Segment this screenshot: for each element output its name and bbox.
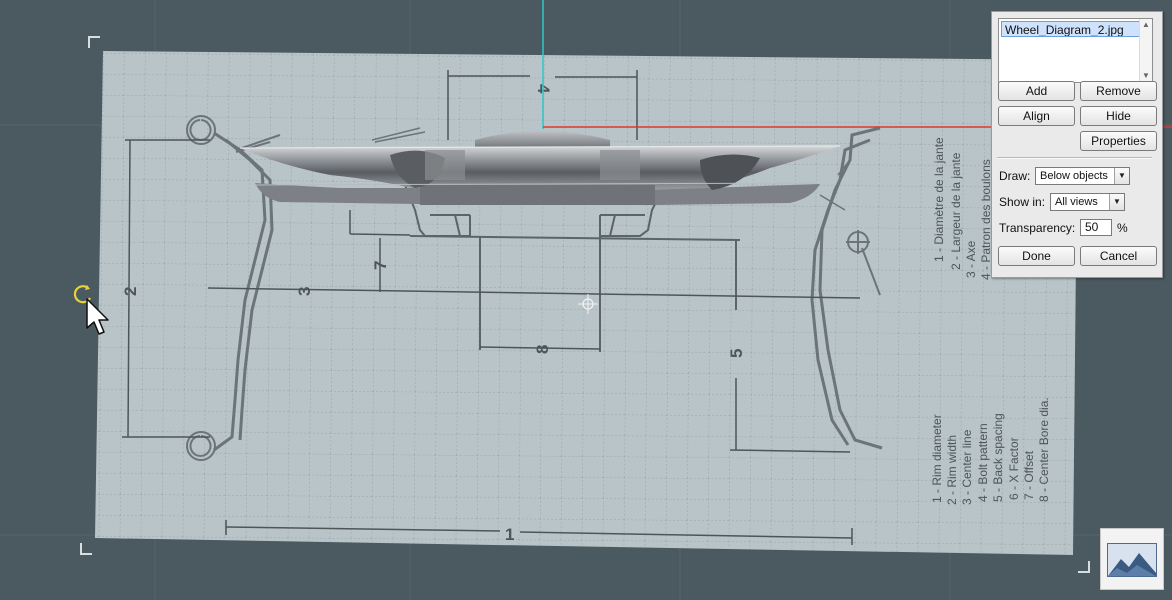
legend-en-5: 5 - Back spacing: [991, 413, 1005, 502]
show-in-label: Show in:: [999, 195, 1046, 209]
image-list-item[interactable]: Wheel_Diagram_2.jpg: [1001, 21, 1141, 37]
chevron-down-icon: ▼: [1114, 168, 1129, 184]
dim-label-8: 8: [533, 345, 552, 354]
chevron-down-icon: ▼: [1109, 194, 1124, 210]
add-button[interactable]: Add: [998, 81, 1075, 101]
landscape-image-icon: [1107, 543, 1157, 577]
background-image-toggle-button[interactable]: [1100, 528, 1164, 590]
transparency-input[interactable]: 50: [1080, 219, 1112, 236]
dim-label-7: 7: [371, 261, 390, 270]
dim-label-3: 3: [295, 287, 314, 296]
align-button[interactable]: Align: [998, 106, 1075, 126]
arrow-cursor-icon: [86, 298, 109, 335]
legend-en-7: 7 - Offset: [1022, 450, 1036, 500]
corner-reticle-bottom-left: [80, 543, 92, 555]
corner-reticle-bottom-right: [1078, 561, 1090, 573]
legend-fr-1: 1 - Diamètre de la jante: [932, 137, 946, 262]
draw-select-value: Below objects: [1040, 170, 1108, 182]
done-button[interactable]: Done: [998, 246, 1075, 266]
transparency-label: Transparency:: [999, 221, 1076, 235]
legend-en-6: 6 - X Factor: [1007, 437, 1021, 500]
list-scrollbar[interactable]: ▲ ▼: [1139, 19, 1152, 82]
legend-en-2: 2 - Rim width: [945, 435, 959, 505]
cancel-button[interactable]: Cancel: [1080, 246, 1157, 266]
scroll-up-icon[interactable]: ▲: [1140, 19, 1152, 31]
properties-button[interactable]: Properties: [1080, 131, 1157, 151]
transparency-unit: %: [1117, 221, 1128, 235]
dim-label-1: 1: [505, 525, 514, 544]
center-crosshair-icon[interactable]: [578, 294, 598, 314]
show-in-select[interactable]: All views ▼: [1050, 193, 1125, 211]
hide-button[interactable]: Hide: [1080, 106, 1157, 126]
draw-select[interactable]: Below objects ▼: [1035, 167, 1130, 185]
panel-separator: [997, 157, 1152, 159]
legend-fr-3: 3 - Axe: [964, 240, 978, 278]
legend-en-8: 8 - Center Bore dia.: [1037, 397, 1051, 502]
legend-en-1: 1 - Rim diameter: [930, 414, 944, 503]
draw-label: Draw:: [999, 169, 1031, 183]
legend-en-4: 4 - Bolt pattern: [976, 423, 990, 502]
dim-label-2: 2: [121, 287, 140, 296]
show-in-select-value: All views: [1055, 196, 1098, 208]
corner-reticle-top-left: [88, 36, 100, 48]
dim-label-5: 5: [727, 349, 746, 358]
remove-button[interactable]: Remove: [1080, 81, 1157, 101]
legend-en-3: 3 - Center line: [960, 429, 974, 505]
legend-fr-2: 2 - Largeur de la jante: [949, 152, 963, 270]
image-list[interactable]: Wheel_Diagram_2.jpg ▲ ▼: [998, 18, 1153, 83]
